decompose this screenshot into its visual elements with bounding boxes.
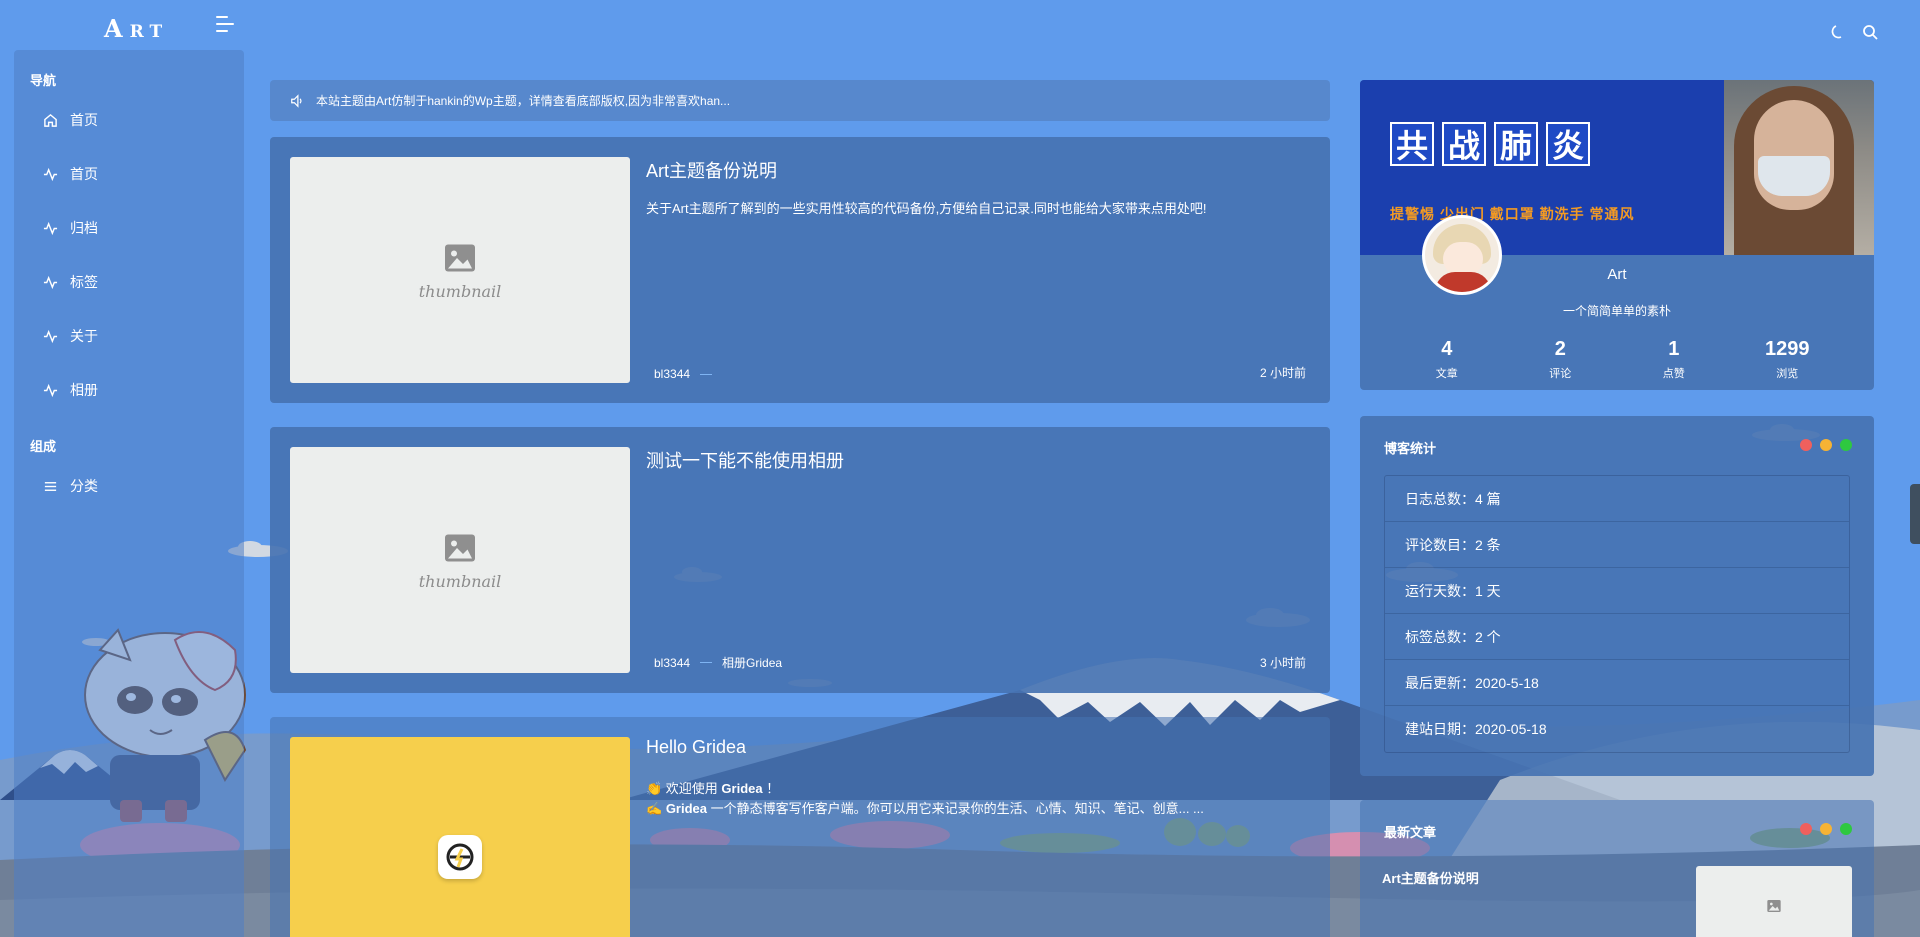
sidebar-item-category[interactable]: 分类 bbox=[42, 476, 98, 496]
sidebar-item-label: 首页 bbox=[70, 112, 98, 128]
search-icon[interactable] bbox=[1860, 22, 1880, 42]
activity-icon bbox=[42, 166, 58, 182]
sidebar-item-label: 标签 bbox=[70, 274, 98, 290]
sidebar-item-home[interactable]: 首页 bbox=[42, 110, 98, 130]
list-icon bbox=[42, 478, 58, 494]
stat-row: 日志总数：4 篇 bbox=[1385, 476, 1849, 522]
post-category[interactable]: 相册Gridea bbox=[722, 654, 782, 671]
sidebar-item-label: 首页 bbox=[70, 166, 98, 182]
widget-title: 博客统计 bbox=[1384, 441, 1437, 456]
top-bar: ART bbox=[0, 0, 1920, 56]
post-time: 3 小时前 bbox=[1259, 656, 1306, 670]
banner-char: 战 bbox=[1442, 122, 1486, 166]
sidebar-item-about[interactable]: 关于 bbox=[42, 326, 98, 346]
latest-posts-widget: 最新文章 Art主题备份说明 bbox=[1360, 800, 1874, 937]
post-excerpt: 关于Art主题所了解到的一些实用性较高的代码备份,方便给自己记录.同时也能给大家… bbox=[646, 201, 1207, 216]
stats-list: 日志总数：4 篇 评论数目：2 条 运行天数：1 天 标签总数：2 个 最后更新… bbox=[1384, 475, 1850, 753]
red-dot-icon bbox=[1800, 823, 1812, 835]
activity-icon bbox=[42, 382, 58, 398]
post-author[interactable]: bl3344 bbox=[654, 367, 690, 381]
image-icon bbox=[445, 534, 475, 561]
post-card[interactable]: thumbnail 测试一下能不能使用相册 bl3344 相册Gridea 3 … bbox=[270, 427, 1330, 693]
banner-char: 肺 bbox=[1494, 122, 1538, 166]
thumbnail-text: thumbnail bbox=[418, 571, 502, 591]
green-dot-icon bbox=[1840, 823, 1852, 835]
post-time: 2 小时前 bbox=[1259, 366, 1306, 380]
post-meta: bl3344 相册Gridea bbox=[654, 654, 782, 671]
stat-comments: 2 评论 bbox=[1549, 338, 1572, 380]
home-icon bbox=[42, 112, 58, 128]
stat-row: 最后更新：2020-5-18 bbox=[1385, 660, 1849, 706]
sidebar-item-tags[interactable]: 标签 bbox=[42, 272, 98, 292]
image-icon bbox=[445, 244, 475, 271]
yellow-dot-icon bbox=[1820, 439, 1832, 451]
activity-icon bbox=[42, 220, 58, 236]
sidebar-item-label: 分类 bbox=[70, 478, 98, 494]
sidebar-group-nav: 导航 bbox=[30, 73, 57, 88]
thumbnail-text: thumbnail bbox=[418, 281, 502, 301]
latest-post-title[interactable]: Art主题备份说明 bbox=[1382, 868, 1479, 887]
post-title[interactable]: Hello Gridea bbox=[646, 737, 746, 758]
gridea-logo-icon bbox=[438, 835, 482, 879]
post-title[interactable]: 测试一下能不能使用相册 bbox=[646, 447, 844, 473]
sidebar-item-label: 归档 bbox=[70, 220, 98, 236]
profile-description: 一个简简单单的素朴 bbox=[1562, 304, 1671, 318]
post-author[interactable]: bl3344 bbox=[654, 656, 690, 670]
post-title[interactable]: Art主题备份说明 bbox=[646, 157, 777, 183]
sidebar-group-compose: 组成 bbox=[30, 439, 57, 454]
window-dots bbox=[1800, 823, 1852, 835]
activity-icon bbox=[42, 328, 58, 344]
moon-icon[interactable] bbox=[1828, 22, 1848, 42]
banner-char: 炎 bbox=[1546, 122, 1590, 166]
notice-text: 本站主题由Art仿制于hankin的Wp主题，详情查看底部版权,因为非常喜欢ha… bbox=[316, 94, 731, 108]
profile-stats: 4 文章 2 评论 1 点赞 1299 浏览 bbox=[1360, 338, 1874, 381]
post-excerpt: 👏 欢迎使用 Gridea ！ ✍️ Gridea 一个静态博客写作客户端。你可… bbox=[646, 781, 1204, 816]
post-card[interactable]: Hello Gridea 👏 欢迎使用 Gridea ！ ✍️ Gridea 一… bbox=[270, 717, 1330, 937]
stat-row: 运行天数：1 天 bbox=[1385, 568, 1849, 614]
post-meta: bl3344 bbox=[654, 367, 722, 381]
stat-row: 标签总数：2 个 bbox=[1385, 614, 1849, 660]
sidebar: 导航 首页 首页 归档 标签 关于 相册 组成 分类 bbox=[14, 50, 244, 937]
site-logo[interactable]: ART bbox=[104, 14, 168, 43]
image-icon bbox=[1767, 900, 1781, 912]
window-dots bbox=[1800, 439, 1852, 451]
profile-card: 共 战 肺 炎 提警惕 少出门 戴口罩 勤洗手 常通风 Art 一个简简单单的素… bbox=[1360, 80, 1874, 390]
post-thumbnail[interactable]: thumbnail bbox=[290, 447, 630, 673]
avatar[interactable] bbox=[1422, 215, 1502, 295]
sidebar-item-label: 关于 bbox=[70, 328, 98, 344]
speaker-icon bbox=[290, 93, 304, 108]
banner-char: 共 bbox=[1390, 122, 1434, 166]
post-thumbnail[interactable] bbox=[290, 737, 630, 937]
side-scroll-handle[interactable] bbox=[1910, 484, 1920, 544]
yellow-dot-icon bbox=[1820, 823, 1832, 835]
red-dot-icon bbox=[1800, 439, 1812, 451]
sidebar-item-label: 相册 bbox=[70, 382, 98, 398]
green-dot-icon bbox=[1840, 439, 1852, 451]
blog-stats-widget: 博客统计 日志总数：4 篇 评论数目：2 条 运行天数：1 天 标签总数：2 个… bbox=[1360, 416, 1874, 776]
stat-row: 评论数目：2 条 bbox=[1385, 522, 1849, 568]
widget-title: 最新文章 bbox=[1384, 825, 1437, 840]
banner-slogan: 提警惕 少出门 戴口罩 勤洗手 常通风 bbox=[1390, 206, 1635, 222]
stat-likes: 1 点赞 bbox=[1662, 338, 1685, 380]
activity-icon bbox=[42, 274, 58, 290]
stat-views: 1299 浏览 bbox=[1765, 338, 1810, 380]
latest-post-thumbnail[interactable] bbox=[1696, 866, 1852, 937]
stat-row: 建站日期：2020-05-18 bbox=[1405, 721, 1547, 737]
notice-bar[interactable]: 本站主题由Art仿制于hankin的Wp主题，详情查看底部版权,因为非常喜欢ha… bbox=[270, 80, 1330, 121]
post-card[interactable]: thumbnail Art主题备份说明 关于Art主题所了解到的一些实用性较高的… bbox=[270, 137, 1330, 403]
sidebar-item-album[interactable]: 相册 bbox=[42, 380, 98, 400]
sidebar-item-home-2[interactable]: 首页 bbox=[42, 164, 98, 184]
sidebar-item-archive[interactable]: 归档 bbox=[42, 218, 98, 238]
post-thumbnail[interactable]: thumbnail bbox=[290, 157, 630, 383]
menu-toggle-icon[interactable] bbox=[216, 16, 238, 34]
stat-articles: 4 文章 bbox=[1435, 338, 1458, 380]
